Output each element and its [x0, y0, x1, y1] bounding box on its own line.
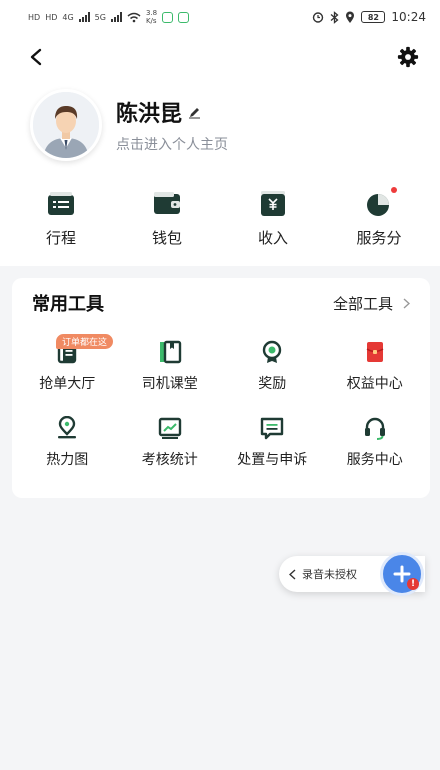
service-score-dot [391, 186, 397, 193]
tool-label-appeal: 处置与申诉 [237, 452, 308, 468]
tool-driver-class[interactable]: 司机课堂 [119, 328, 222, 404]
net-speed-value: 3.8 [145, 9, 158, 17]
tool-heatmap[interactable]: 热力图 [16, 404, 119, 480]
driver-class-icon [157, 339, 183, 365]
tool-benefits[interactable]: 权益中心 [324, 328, 427, 404]
signal-bars-icon-2 [110, 12, 122, 22]
quick-label-wallet: 钱包 [151, 228, 182, 247]
wifi-icon [127, 12, 141, 22]
status-time: 10:24 [391, 10, 426, 24]
itinerary-icon [46, 189, 76, 219]
quick-label-itinerary: 行程 [45, 228, 76, 247]
tool-label-stats: 考核统计 [141, 452, 198, 468]
network-4g-label: 4G [62, 12, 74, 22]
quick-label-service-score: 服务分 [356, 228, 402, 247]
net-speed-unit: K/s [145, 17, 157, 25]
location-icon [346, 11, 355, 23]
headset-icon [362, 415, 388, 441]
tool-label-service-center: 服务中心 [346, 452, 403, 468]
network-5g-label: 5G [94, 12, 106, 22]
status-right: 82 10:24 [312, 10, 426, 24]
all-tools-label: 全部工具 [332, 294, 393, 313]
quick-item-wallet[interactable]: 钱包 [122, 189, 212, 248]
profile-text: 陈洪昆 点击进入个人主页 [116, 96, 228, 154]
profile-header[interactable]: 陈洪昆 点击进入个人主页 [0, 80, 440, 170]
recording-warning-badge: ! [407, 578, 419, 590]
all-tools-link[interactable]: 全部工具 [333, 293, 410, 314]
chevron-left-icon [289, 568, 296, 580]
benefits-icon [362, 339, 388, 365]
alarm-icon [313, 12, 324, 23]
chevron-right-icon [403, 297, 410, 309]
status-bar: HD HD 4G 5G 3.8 K/s 82 10:24 [0, 0, 440, 34]
recording-badge[interactable]: ! [380, 552, 424, 596]
tools-header: 常用工具 全部工具 [12, 278, 430, 328]
recording-label: 录音未授权 [302, 568, 357, 581]
avatar[interactable] [30, 89, 102, 161]
tool-label-benefits: 权益中心 [346, 376, 403, 392]
heatmap-icon [54, 415, 80, 441]
service-score-icon [364, 186, 397, 219]
tool-reward[interactable]: 奖励 [221, 328, 324, 404]
back-chevron-icon [30, 48, 42, 66]
common-tools-card: 常用工具 全部工具 订单都在这 抢单大厅 司机课堂 奖励 权益中心 热力图 考核… [12, 278, 430, 498]
tools-grid: 订单都在这 抢单大厅 司机课堂 奖励 权益中心 热力图 考核统计 处置与申诉 服… [12, 328, 430, 480]
order-hall-tag: 订单都在这 [56, 334, 114, 349]
signal-bars-icon [78, 12, 90, 22]
tool-label-order-hall: 抢单大厅 [39, 376, 96, 392]
back-button[interactable] [24, 45, 48, 69]
pencil-icon[interactable] [188, 106, 201, 119]
net-speed: 3.8 K/s [146, 9, 157, 25]
tool-appeal[interactable]: 处置与申诉 [221, 404, 324, 480]
stats-icon [157, 415, 183, 441]
wallet-icon [152, 189, 182, 219]
tool-service-center[interactable]: 服务中心 [324, 404, 427, 480]
profile-subtitle: 点击进入个人主页 [116, 137, 228, 153]
tools-title: 常用工具 [32, 294, 104, 315]
tool-order-hall[interactable]: 订单都在这 抢单大厅 [16, 328, 119, 404]
hd-label-2: HD [45, 12, 58, 22]
tool-label-reward: 奖励 [258, 376, 287, 392]
top-nav [0, 34, 440, 80]
quick-item-service-score[interactable]: 服务分 [334, 186, 424, 248]
quick-item-itinerary[interactable]: 行程 [16, 189, 106, 248]
status-left: HD HD 4G 5G 3.8 K/s [28, 9, 190, 25]
avatar-person-icon [33, 92, 99, 158]
app-notification-icon [162, 11, 174, 23]
name-row: 陈洪昆 [116, 96, 228, 128]
battery-indicator: 82 [361, 11, 386, 23]
gear-icon [397, 46, 419, 68]
appeal-icon [259, 415, 285, 441]
settings-button[interactable] [396, 45, 420, 69]
profile-name: 陈洪昆 [116, 102, 183, 127]
app-notification-icon-2 [178, 11, 190, 23]
tool-label-heatmap: 热力图 [46, 452, 89, 468]
reward-icon [259, 339, 285, 365]
quick-actions: 行程 钱包 收入 服务分 [0, 170, 440, 266]
hd-label-1: HD [28, 12, 41, 22]
tool-stats[interactable]: 考核统计 [119, 404, 222, 480]
bluetooth-icon [330, 10, 339, 24]
income-icon [258, 189, 288, 219]
quick-label-income: 收入 [257, 228, 288, 247]
quick-item-income[interactable]: 收入 [228, 189, 318, 248]
tool-label-driver-class: 司机课堂 [141, 376, 198, 392]
